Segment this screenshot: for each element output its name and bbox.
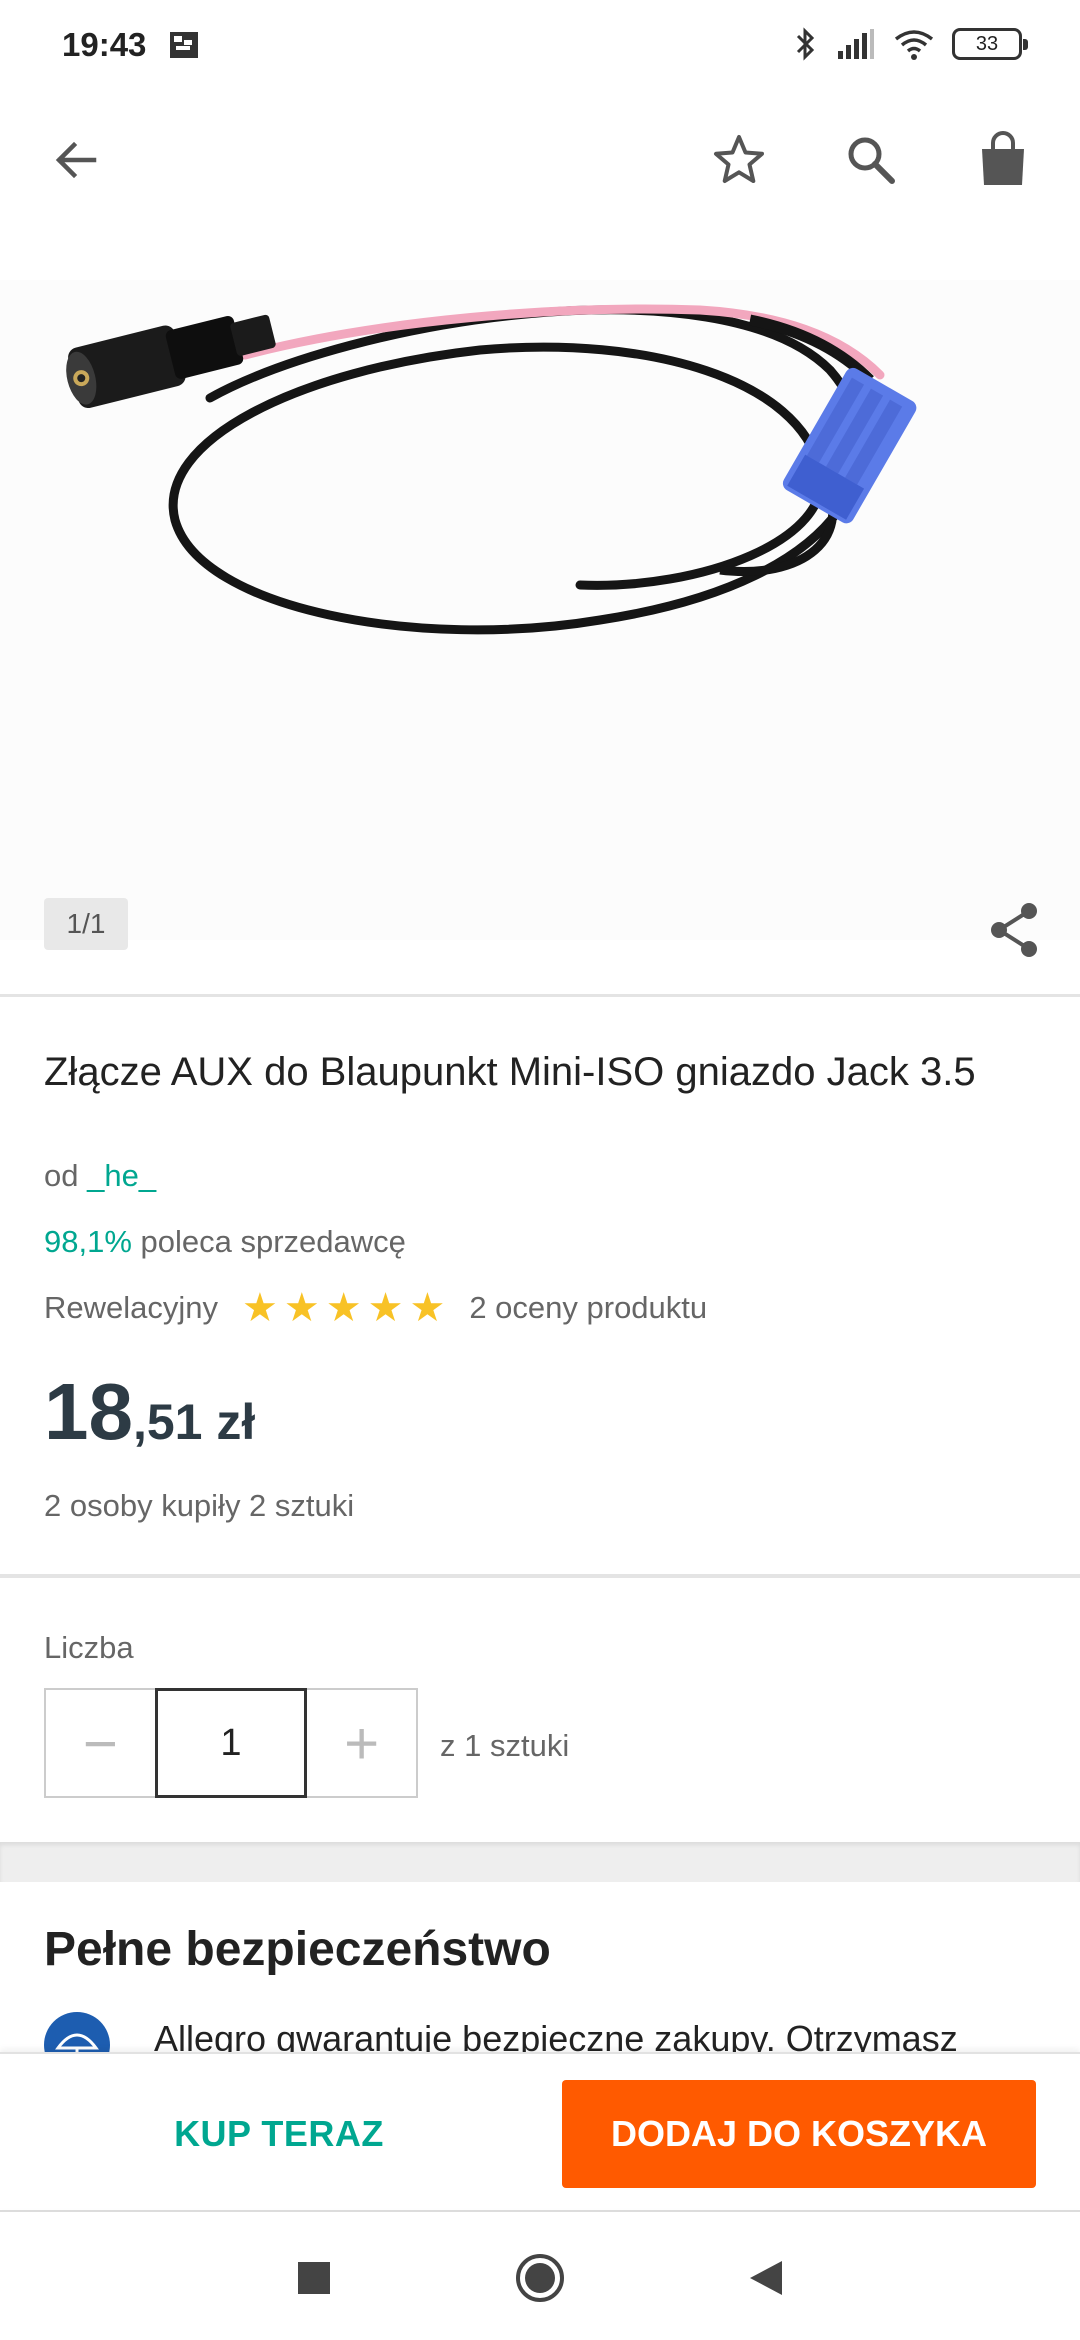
quantity-available: z 1 sztuki — [440, 1728, 570, 1763]
shopping-bag-icon[interactable] — [963, 120, 1043, 200]
rating-stars: ★ ★ ★ ★ ★ — [242, 1288, 445, 1328]
recommend-text: poleca sprzedawcę — [140, 1224, 406, 1259]
back-arrow-icon[interactable] — [36, 120, 116, 200]
add-to-cart-button[interactable]: DODAJ DO KOSZYKA — [562, 2080, 1036, 2188]
increment-button[interactable]: + — [307, 1690, 416, 1796]
safety-title: Pełne bezpieczeństwo — [44, 1923, 551, 1976]
seller-line: od _he_ — [44, 1158, 156, 1194]
share-icon[interactable] — [978, 894, 1050, 966]
product-title: Złącze AUX do Blaupunkt Mini-ISO gniazdo… — [44, 1050, 976, 1094]
system-nav-bar — [0, 2210, 1080, 2340]
app-bar — [0, 110, 1080, 210]
star-outline-icon[interactable] — [699, 120, 779, 200]
star-icon: ★ — [367, 1286, 404, 1330]
star-icon: ★ — [242, 1286, 278, 1330]
signal-icon — [838, 29, 874, 59]
star-icon: ★ — [283, 1286, 320, 1330]
section-separator — [0, 1842, 1080, 1882]
quantity-stepper: − 1 + — [44, 1688, 418, 1798]
home-icon[interactable] — [510, 2248, 570, 2308]
buy-now-button[interactable]: KUP TERAZ — [44, 2080, 514, 2188]
ratings-count: 2 oceny produktu — [469, 1290, 708, 1325]
recents-icon[interactable] — [284, 2248, 344, 2308]
star-icon: ★ — [325, 1286, 362, 1330]
price-decimal: ,51 zł — [132, 1394, 256, 1450]
notification-icon — [170, 32, 198, 58]
seller-link[interactable]: _he_ — [87, 1158, 156, 1193]
back-nav-icon[interactable] — [736, 2248, 796, 2308]
bought-count: 2 osoby kupiły 2 sztuki — [44, 1488, 355, 1523]
rating-row[interactable]: Rewelacyjny ★ ★ ★ ★ ★ 2 oceny produktu — [44, 1288, 707, 1328]
decrement-button[interactable]: − — [46, 1690, 155, 1796]
status-time: 19:43 — [62, 26, 147, 63]
status-icons: 33 — [792, 26, 1028, 62]
star-icon: ★ — [409, 1286, 446, 1330]
image-counter: 1/1 — [44, 898, 128, 950]
bluetooth-icon — [796, 27, 815, 61]
quantity-label: Liczba — [44, 1630, 134, 1665]
price-integer: 18 — [44, 1367, 133, 1456]
cable-illustration — [66, 304, 917, 635]
seller-prefix: od — [44, 1158, 79, 1193]
search-icon[interactable] — [831, 120, 911, 200]
battery-indicator: 33 — [952, 28, 1028, 60]
recommend-percent: 98,1% — [44, 1224, 132, 1259]
divider — [0, 1574, 1080, 1578]
status-bar: 19:43 33 — [0, 0, 1080, 96]
quantity-input[interactable]: 1 — [154, 1688, 308, 1798]
divider — [0, 994, 1080, 997]
action-bar: KUP TERAZ DODAJ DO KOSZYKA — [0, 2052, 1080, 2208]
wifi-icon — [894, 30, 934, 60]
rating-label: Rewelacyjny — [44, 1290, 219, 1325]
product-image[interactable] — [0, 280, 1080, 940]
recommend-line: 98,1% poleca sprzedawcę — [44, 1224, 406, 1260]
price: 18,51 zł — [44, 1366, 255, 1458]
